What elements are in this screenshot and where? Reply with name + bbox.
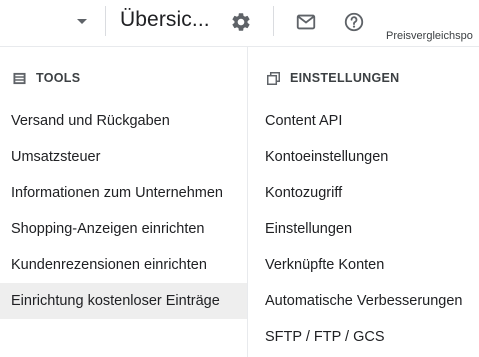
menu-item-einstellungen[interactable]: Einstellungen <box>248 211 479 247</box>
menu-item-unternehmen[interactable]: Informationen zum Unternehmen <box>0 175 247 211</box>
menu-item-shopping-anzeigen[interactable]: Shopping-Anzeigen einrichten <box>0 211 247 247</box>
menu-item-sftp[interactable]: SFTP / FTP / GCS <box>248 319 479 355</box>
mail-icon[interactable] <box>293 9 319 35</box>
settings-stack-icon <box>266 71 280 85</box>
tools-icon <box>12 71 26 85</box>
menu-item-kostenlose-eintraege[interactable]: Einrichtung kostenloser Einträge <box>0 283 247 319</box>
overflow-label[interactable]: Preisvergleichspo <box>386 30 473 42</box>
tools-list: Versand und Rückgaben Umsatzsteuer Infor… <box>0 103 247 319</box>
menu-item-versand[interactable]: Versand und Rückgaben <box>0 103 247 139</box>
toolbar-divider <box>105 6 106 36</box>
toolbar-divider <box>273 6 274 36</box>
tools-menu-panel: TOOLS Versand und Rückgaben Umsatzsteuer… <box>0 46 479 357</box>
menu-item-kontozugriff[interactable]: Kontozugriff <box>248 175 479 211</box>
menu-item-automatische-verbesserungen[interactable]: Automatische Verbesserungen <box>248 283 479 319</box>
menu-item-kundenrezensionen[interactable]: Kundenrezensionen einrichten <box>0 247 247 283</box>
menu-item-kontoeinstellungen[interactable]: Kontoeinstellungen <box>248 139 479 175</box>
tools-heading: TOOLS <box>36 71 81 85</box>
settings-section-header: EINSTELLUNGEN <box>266 71 399 85</box>
caret-down-icon[interactable] <box>72 12 92 32</box>
menu-item-content-api[interactable]: Content API <box>248 103 479 139</box>
help-icon[interactable] <box>341 9 367 35</box>
top-app-bar: Übersic... Preisvergleichspo <box>0 0 479 45</box>
gear-icon[interactable] <box>228 9 254 35</box>
menu-item-umsatzsteuer[interactable]: Umsatzsteuer <box>0 139 247 175</box>
tools-section-header: TOOLS <box>12 71 80 85</box>
settings-heading: EINSTELLUNGEN <box>290 71 400 85</box>
settings-list: Content API Kontoeinstellungen Kontozugr… <box>248 103 479 355</box>
page-title: Übersic... <box>120 8 210 31</box>
menu-item-verknuepfte-konten[interactable]: Verknüpfte Konten <box>248 247 479 283</box>
